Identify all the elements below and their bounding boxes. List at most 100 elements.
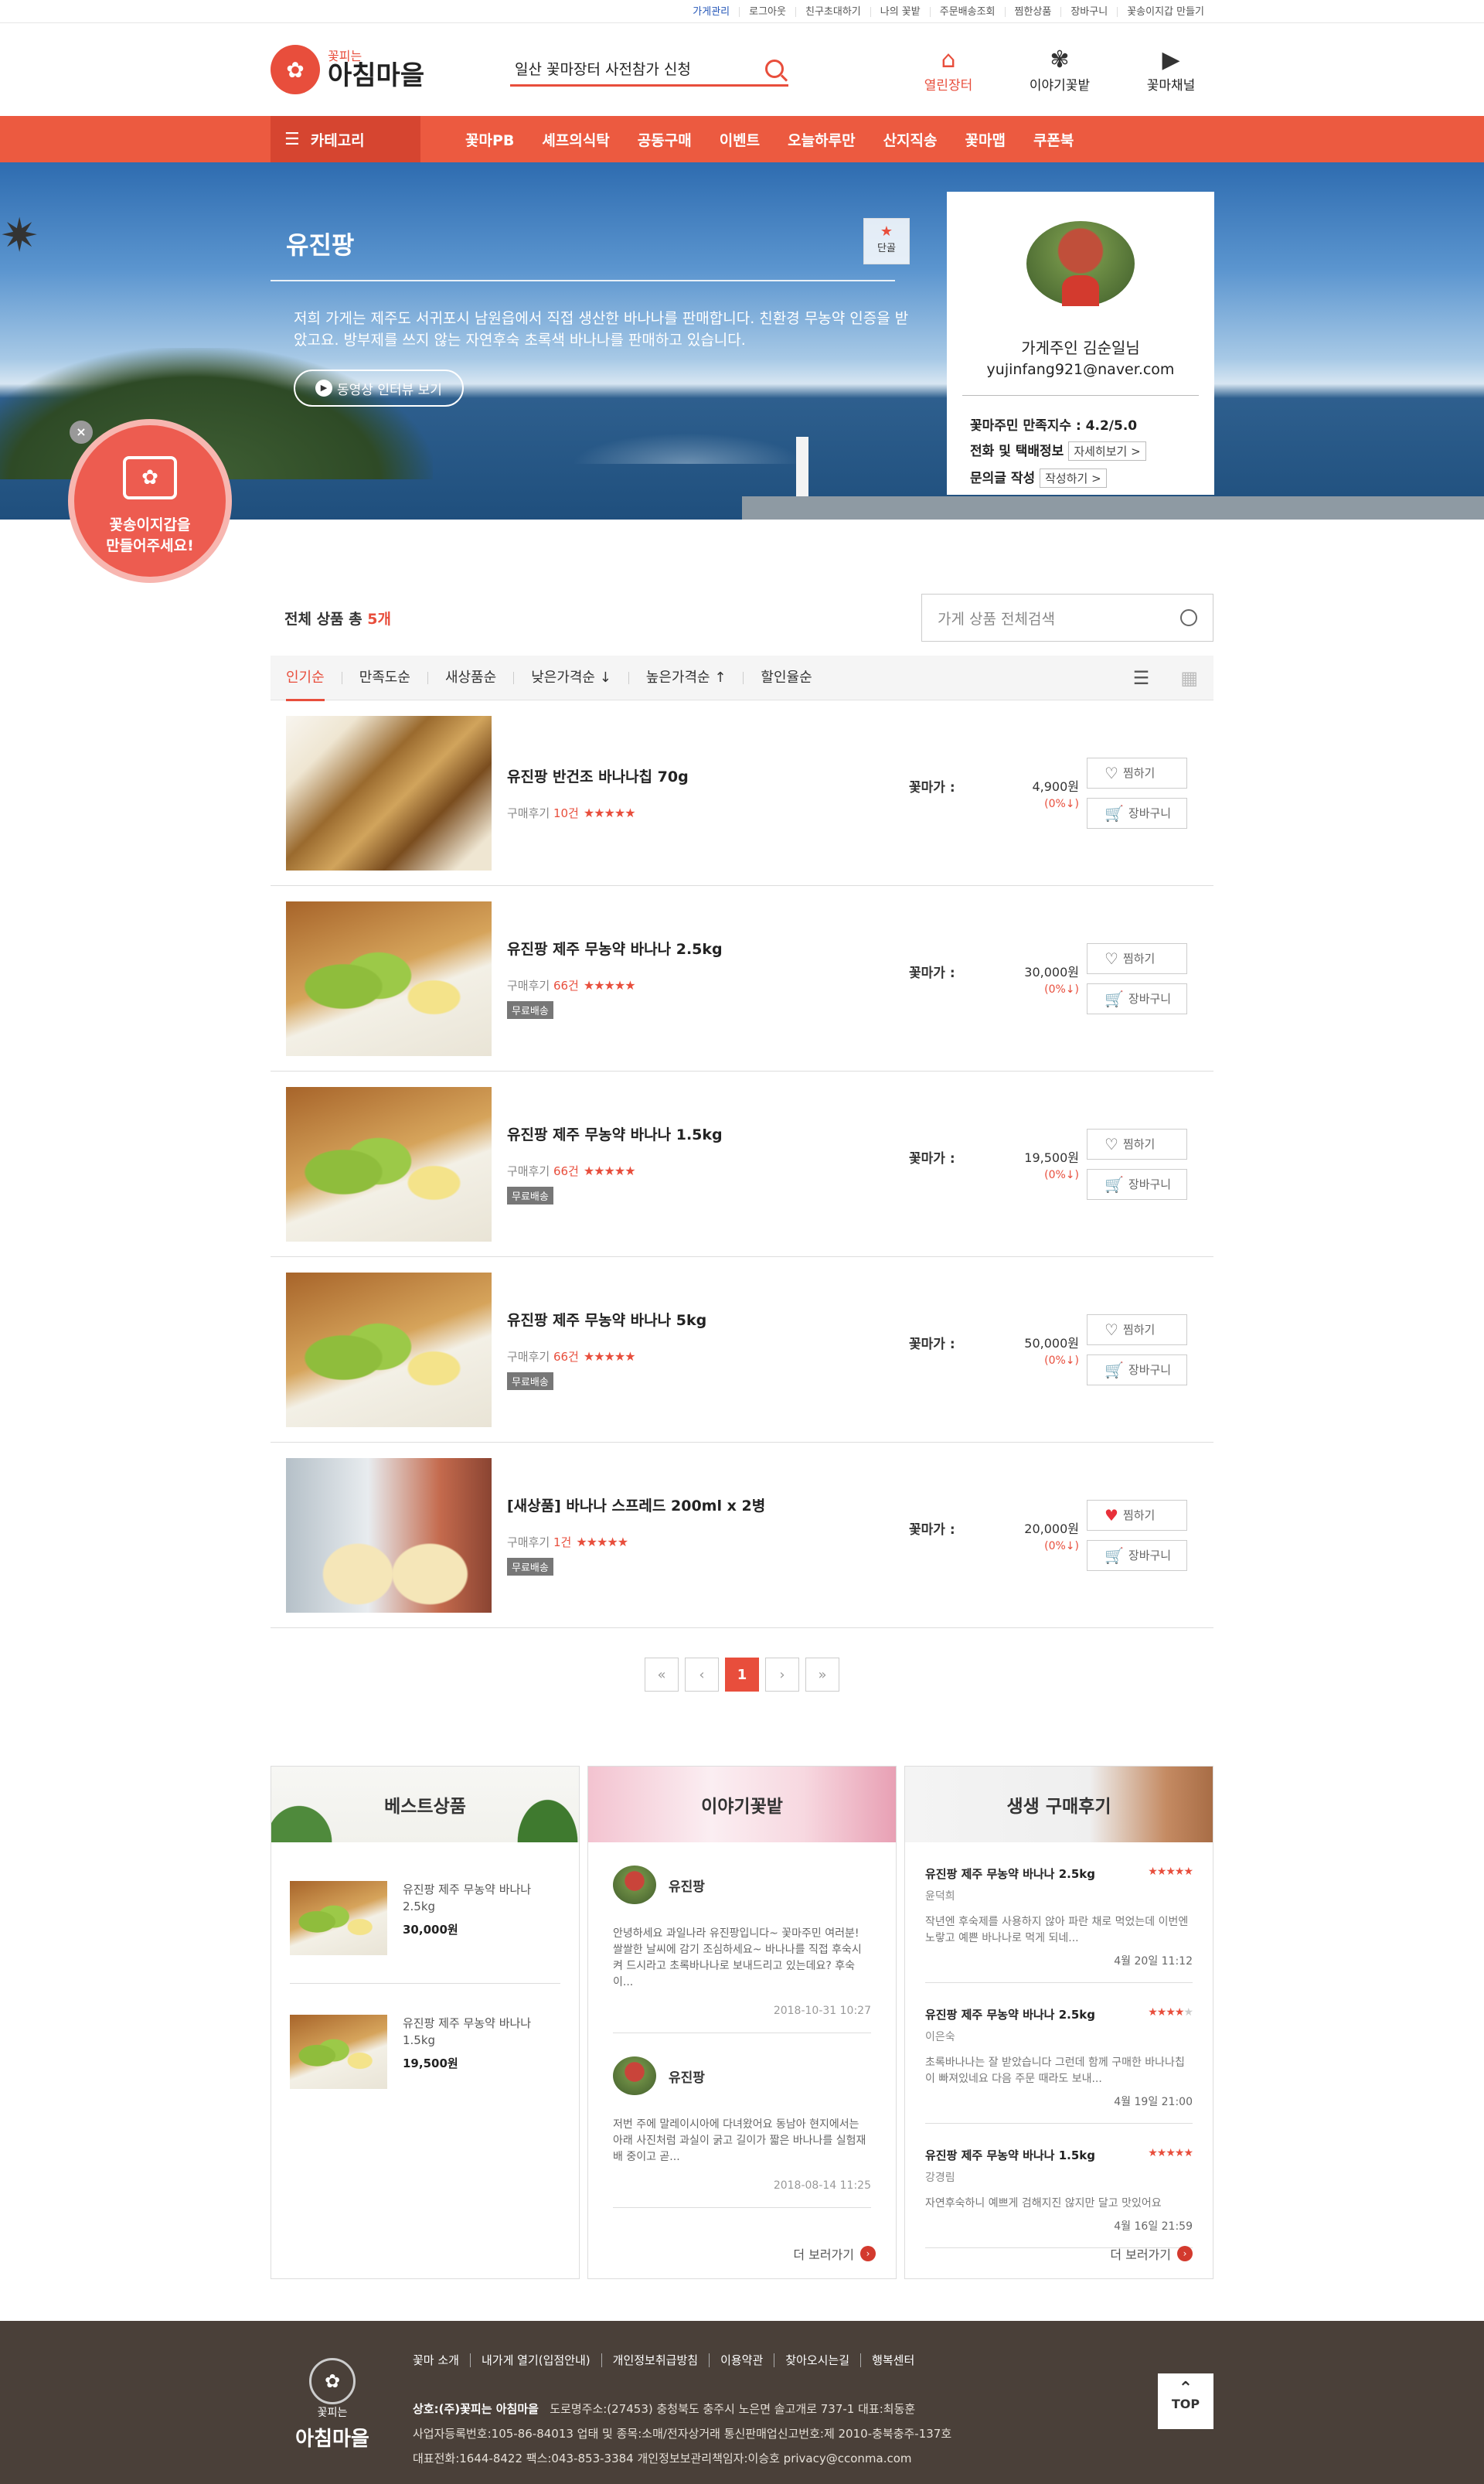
- search-icon[interactable]: [765, 59, 784, 78]
- best-product-price: 30,000원: [403, 1923, 458, 1937]
- footer-link[interactable]: 꽃마 소개: [413, 2353, 470, 2367]
- sort-option[interactable]: 높은가격순 ↑: [628, 670, 744, 684]
- free-shipping-badge: 무료배송: [507, 1558, 553, 1576]
- cart-button[interactable]: 🛒 장바구니: [1087, 983, 1187, 1014]
- grid-view-icon[interactable]: ▦: [1180, 667, 1198, 689]
- close-icon[interactable]: ×: [70, 421, 93, 444]
- footer-link[interactable]: 찾아오시는길: [774, 2353, 861, 2367]
- util-link[interactable]: 가게관리: [683, 7, 739, 17]
- sort-option[interactable]: 인기순: [286, 670, 342, 701]
- cart-button[interactable]: 🛒 장바구니: [1087, 797, 1187, 829]
- sort-option[interactable]: 만족도순: [341, 670, 427, 684]
- footer-link[interactable]: 내가게 열기(입점안내): [469, 2353, 601, 2367]
- review-item[interactable]: 유진팡 제주 무농약 바나나 1.5kg ★★★★★ 강경림 자연후숙하니 예쁘게 검…: [925, 2124, 1193, 2248]
- search-icon[interactable]: [1180, 609, 1197, 626]
- price-value: 30,000원 (0%↓): [1024, 962, 1079, 996]
- product-name[interactable]: 유진팡 반건조 바나나칩 70g: [507, 765, 909, 786]
- first-page-button[interactable]: «: [645, 1658, 679, 1692]
- review-date: 4월 16일 21:59: [1114, 2220, 1193, 2233]
- shop-search-input[interactable]: 가게 상품 전체검색: [921, 594, 1213, 642]
- product-name[interactable]: 유진팡 제주 무농약 바나나 1.5kg: [507, 1123, 909, 1144]
- owner-stat-button[interactable]: 작성하기 >: [1040, 469, 1107, 488]
- nav-item[interactable]: 쿠폰북: [1019, 129, 1087, 150]
- quick-menu-0[interactable]: ⌂ 열린장터: [906, 46, 991, 94]
- wish-button[interactable]: ♡ 찜하기: [1087, 1314, 1187, 1345]
- star-icon: ★: [1166, 1866, 1176, 1878]
- last-page-button[interactable]: »: [805, 1658, 839, 1692]
- cart-button[interactable]: 🛒 장바구니: [1087, 1539, 1187, 1571]
- nav-item[interactable]: 공동구매: [624, 129, 706, 150]
- story-more-label: 더 보러가기: [793, 2247, 854, 2262]
- cart-button[interactable]: 🛒 장바구니: [1087, 1168, 1187, 1200]
- util-link[interactable]: 로그아웃: [739, 6, 795, 17]
- star-icon: ★: [594, 1164, 604, 1178]
- footer-link[interactable]: 개인정보취급방침: [601, 2353, 710, 2367]
- footer-link[interactable]: 이용약관: [709, 2353, 774, 2367]
- best-product-item[interactable]: 유진팡 제주 무농약 바나나 1.5kg 19,500원: [290, 1984, 560, 2117]
- story-more-link[interactable]: 더 보러가기 ›: [793, 2244, 876, 2263]
- util-link[interactable]: 주문배송조회: [929, 6, 1005, 17]
- product-image[interactable]: [286, 1272, 492, 1427]
- story-item[interactable]: 유진팡 저번 주에 말레이시아에 다녀왔어요 동남아 현지에서는 아래 사진처럼 …: [613, 2033, 871, 2208]
- util-link[interactable]: 나의 꽃밭: [870, 6, 930, 17]
- prev-page-button[interactable]: ‹: [685, 1658, 719, 1692]
- story-item[interactable]: 유진팡 안녕하세요 과일나라 유진팡입니다~ 꽃마주민 여러분! 쌀쌀한 날씨에 …: [613, 1842, 871, 2033]
- list-view-icon[interactable]: ☰: [1133, 667, 1150, 689]
- page-number[interactable]: 1: [725, 1658, 759, 1692]
- quick-menu-1[interactable]: ✾ 이야기꽃밭: [1017, 46, 1102, 94]
- nav-item[interactable]: 이벤트: [706, 129, 774, 150]
- product-actions: ♡ 찜하기 🛒 장바구니: [1087, 1119, 1187, 1209]
- scroll-top-button[interactable]: ⌃ TOP: [1158, 2373, 1213, 2429]
- product-image[interactable]: [286, 1086, 492, 1242]
- footer-link[interactable]: 행복센터: [860, 2353, 926, 2367]
- price-label: 꽃마가 :: [909, 1521, 955, 1538]
- util-link[interactable]: 찜한상품: [1004, 6, 1061, 17]
- owner-stat-button[interactable]: 자세히보기 >: [1068, 441, 1146, 461]
- wish-button[interactable]: ♡ 찜하기: [1087, 1128, 1187, 1160]
- nav-item[interactable]: 꽃마맵: [951, 129, 1019, 150]
- review-author: 윤덕희: [925, 1890, 955, 1903]
- star-icon: ★: [1148, 2147, 1158, 2159]
- story-date: 2018-08-14 11:25: [773, 2179, 871, 2192]
- util-link[interactable]: 장바구니: [1060, 6, 1117, 17]
- video-interview-button[interactable]: ▶ 동영상 인터뷰 보기: [294, 370, 464, 407]
- category-button[interactable]: ☰ 카테고리: [271, 116, 420, 162]
- product-name[interactable]: [새상품] 바나나 스프레드 200ml x 2병: [507, 1494, 909, 1515]
- review-item[interactable]: 유진팡 제주 무농약 바나나 2.5kg ★★★★★ 윤덕희 작년엔 후숙제를 사용하…: [925, 1842, 1193, 1983]
- next-page-button[interactable]: ›: [765, 1658, 799, 1692]
- quick-menu-2[interactable]: ▶ 꽃마채널: [1128, 46, 1213, 94]
- wallet-promo-badge[interactable]: × ✿ 꽃송이지갑을 만들어주세요!: [68, 419, 232, 583]
- util-link[interactable]: 꽃송이지갑 만들기: [1117, 6, 1213, 17]
- reviews-more-link[interactable]: 더 보러가기 ›: [1110, 2244, 1193, 2263]
- product-name[interactable]: 유진팡 제주 무농약 바나나 5kg: [507, 1309, 909, 1330]
- product-image[interactable]: [286, 715, 492, 871]
- heart-icon: ♡: [1104, 949, 1118, 968]
- sort-option[interactable]: 할인율순: [743, 670, 829, 684]
- cart-label: 장바구니: [1128, 1177, 1172, 1191]
- nav-item[interactable]: 셰프의식탁: [528, 129, 623, 150]
- product-image[interactable]: [286, 1457, 492, 1613]
- cart-button[interactable]: 🛒 장바구니: [1087, 1354, 1187, 1385]
- star-icon: ★: [594, 805, 604, 820]
- sort-option[interactable]: 새상품순: [427, 670, 513, 684]
- nav-item[interactable]: 산지직송: [870, 129, 951, 150]
- site-logo[interactable]: ✿ 꽃피는 아침마을: [271, 45, 502, 94]
- product-name[interactable]: 유진팡 제주 무농약 바나나 2.5kg: [507, 938, 909, 959]
- favorite-shop-button[interactable]: ★ 단골: [863, 218, 910, 264]
- wish-button[interactable]: ♥ 찜하기: [1087, 1499, 1187, 1531]
- review-item[interactable]: 유진팡 제주 무농약 바나나 2.5kg ★★★★★ 이은숙 초록바나나는 잘 받았습…: [925, 1983, 1193, 2124]
- review-count: 10건: [553, 806, 579, 820]
- util-link[interactable]: 친구초대하기: [795, 6, 870, 17]
- product-image[interactable]: [286, 901, 492, 1056]
- main-search-input[interactable]: 일산 꽃마장터 사전참가 신청: [510, 53, 788, 87]
- sort-option[interactable]: 낮은가격순 ↓: [513, 670, 628, 684]
- best-product-image[interactable]: [290, 1881, 387, 1955]
- wish-button[interactable]: ♡ 찜하기: [1087, 757, 1187, 789]
- nav-item[interactable]: 꽃마PB: [451, 129, 528, 150]
- star-icon: ★: [594, 978, 604, 993]
- best-product-image[interactable]: [290, 2015, 387, 2089]
- wish-button[interactable]: ♡ 찜하기: [1087, 942, 1187, 974]
- best-product-item[interactable]: 유진팡 제주 무농약 바나나 2.5kg 30,000원: [290, 1842, 560, 1984]
- product-info: 유진팡 반건조 바나나칩 70g 구매후기 10건 ★★★★★: [507, 765, 909, 821]
- nav-item[interactable]: 오늘하루만: [774, 129, 869, 150]
